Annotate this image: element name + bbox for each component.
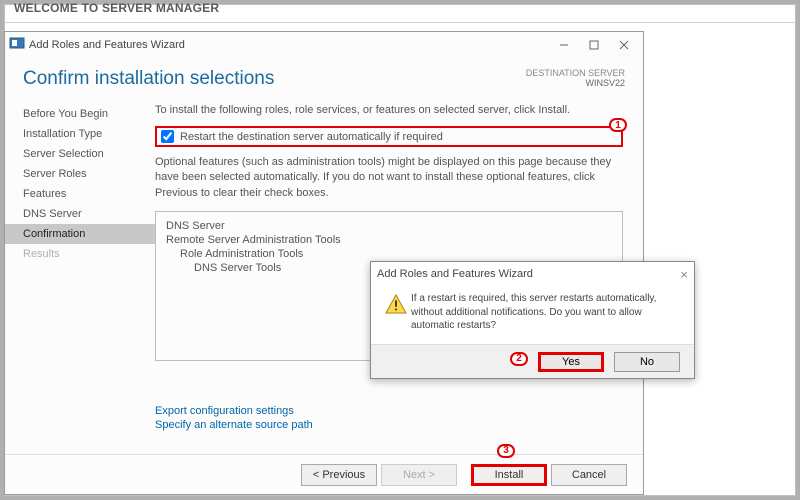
page-heading: Confirm installation selections (23, 68, 526, 90)
sidebar-item-features[interactable]: Features (5, 184, 155, 204)
close-button[interactable] (609, 34, 639, 56)
sidebar-item-confirmation[interactable]: Confirmation (5, 224, 155, 244)
optional-text: Optional features (such as administratio… (155, 155, 623, 201)
window-title: Add Roles and Features Wizard (29, 39, 549, 51)
maximize-button[interactable] (579, 34, 609, 56)
annotation-2: 2 (510, 352, 528, 366)
wizard-header: Confirm installation selections DESTINAT… (5, 58, 643, 98)
destination-label: DESTINATION SERVER (526, 68, 625, 78)
restart-checkbox-label: Restart the destination server automatic… (180, 131, 443, 143)
restart-checkbox-row: Restart the destination server automatic… (155, 126, 623, 147)
sidebar-item-server-roles[interactable]: Server Roles (5, 164, 155, 184)
destination-info: DESTINATION SERVER WINSV22 (526, 68, 625, 90)
feature-item: Remote Server Administration Tools (166, 234, 612, 246)
links-area: Export configuration settings Specify an… (155, 405, 623, 431)
sidebar-item-server-selection[interactable]: Server Selection (5, 144, 155, 164)
dialog-close-icon[interactable]: × (680, 267, 688, 282)
wizard-icon (9, 35, 29, 56)
welcome-heading: WELCOME TO SERVER MANAGER (14, 1, 219, 15)
sidebar-item-dns-server[interactable]: DNS Server (5, 204, 155, 224)
dialog-body: If a restart is required, this server re… (371, 286, 694, 344)
alternate-source-link[interactable]: Specify an alternate source path (155, 419, 623, 431)
dialog-titlebar: Add Roles and Features Wizard × (371, 262, 694, 286)
sidebar-item-results: Results (5, 244, 155, 264)
minimize-button[interactable] (549, 34, 579, 56)
divider (4, 22, 796, 23)
feature-item: DNS Server (166, 220, 612, 232)
wizard-footer: < Previous Next > 3 Install Cancel (5, 454, 643, 494)
sidebar-item-installation-type[interactable]: Installation Type (5, 124, 155, 144)
no-button[interactable]: No (614, 352, 680, 372)
yes-button[interactable]: Yes (538, 352, 604, 372)
dialog-title: Add Roles and Features Wizard (377, 268, 680, 280)
warning-icon (381, 292, 411, 338)
cancel-button[interactable]: Cancel (551, 464, 627, 486)
export-config-link[interactable]: Export configuration settings (155, 405, 623, 417)
titlebar: Add Roles and Features Wizard (5, 32, 643, 58)
previous-button[interactable]: < Previous (301, 464, 377, 486)
dialog-footer: 2 Yes No (371, 344, 694, 378)
dialog-message: If a restart is required, this server re… (411, 292, 684, 338)
destination-value: WINSV22 (526, 78, 625, 88)
feature-item: Role Administration Tools (180, 248, 612, 260)
install-button[interactable]: Install (471, 464, 547, 486)
wizard-sidebar: Before You Begin Installation Type Serve… (5, 98, 155, 454)
intro-text: To install the following roles, role ser… (155, 104, 623, 116)
restart-checkbox[interactable] (161, 130, 174, 143)
next-button: Next > (381, 464, 457, 486)
annotation-1: 1 (609, 118, 627, 132)
restart-confirm-dialog: Add Roles and Features Wizard × If a res… (370, 261, 695, 379)
sidebar-item-before-you-begin[interactable]: Before You Begin (5, 104, 155, 124)
annotation-3: 3 (497, 444, 515, 458)
